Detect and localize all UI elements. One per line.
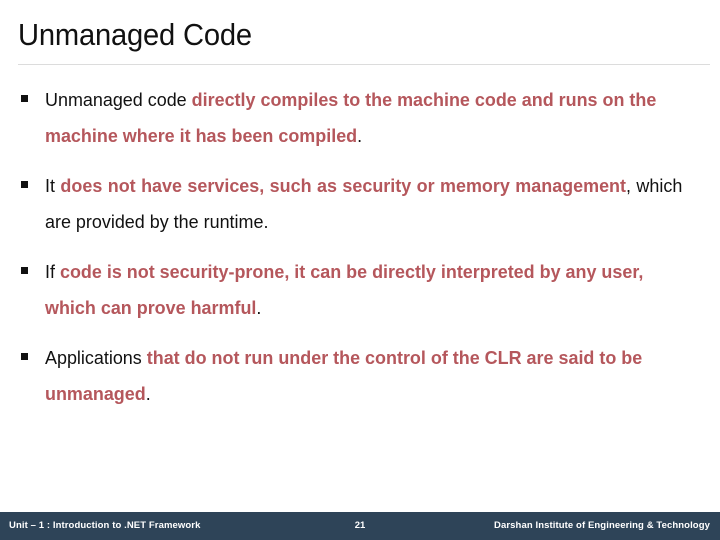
text-run: It — [45, 175, 61, 196]
text-run: . — [256, 297, 262, 318]
slide: Unmanaged Code Unmanaged code directly c… — [0, 0, 720, 540]
title-divider — [18, 64, 710, 65]
square-bullet-icon — [21, 267, 28, 274]
list-item: Unmanaged code directly compiles to the … — [18, 82, 702, 154]
text-run-highlight: code is not security-prone, it can be di… — [45, 261, 644, 318]
footer-institute-label: Darshan Institute of Engineering & Techn… — [494, 520, 710, 531]
text-run-highlight: does not have services, such as security… — [60, 175, 626, 196]
text-run: . — [145, 383, 151, 404]
square-bullet-icon — [21, 181, 28, 188]
list-item: Applications that do not run under the c… — [18, 340, 702, 412]
text-run: . — [357, 125, 363, 146]
list-item-text: Unmanaged code directly compiles to the … — [45, 82, 682, 154]
list-item: It does not have services, such as secur… — [18, 168, 702, 240]
bullet-list: Unmanaged code directly compiles to the … — [18, 82, 702, 412]
square-bullet-icon — [21, 95, 28, 102]
list-item-text: It does not have services, such as secur… — [45, 168, 682, 240]
page-title: Unmanaged Code — [18, 17, 252, 52]
text-run: If — [45, 261, 60, 282]
text-run: Applications — [45, 347, 147, 368]
list-item-text: Applications that do not run under the c… — [45, 340, 682, 412]
text-run: Unmanaged code — [45, 89, 192, 110]
list-item-text: If code is not security-prone, it can be… — [45, 254, 682, 326]
square-bullet-icon — [21, 353, 28, 360]
slide-footer: Unit – 1 : Introduction to .NET Framewor… — [0, 512, 720, 540]
list-item: If code is not security-prone, it can be… — [18, 254, 702, 326]
